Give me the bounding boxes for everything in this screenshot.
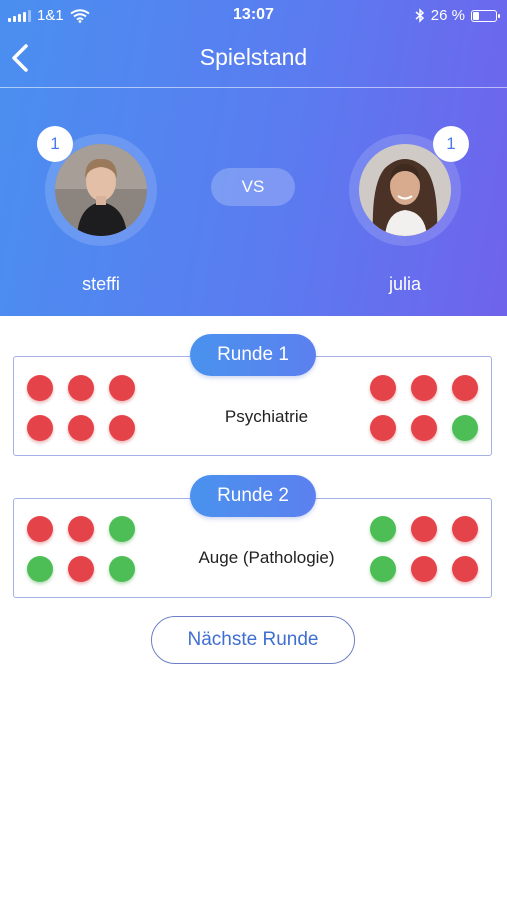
status-bar: 1&1 13:07 26 %	[0, 0, 507, 30]
battery-icon	[471, 9, 500, 22]
player-left-name: steffi	[82, 274, 120, 294]
wrong-answer-dot	[68, 375, 94, 401]
wrong-answer-dot	[68, 556, 94, 582]
header-divider	[0, 87, 507, 88]
page-title: Spielstand	[199, 44, 308, 70]
wrong-answer-dot	[411, 375, 437, 401]
header: 1&1 13:07 26 % Spielstand 1 steffi VS 1 …	[0, 0, 507, 316]
wrong-answer-dot	[68, 415, 94, 441]
wrong-answer-dot	[27, 516, 53, 542]
wrong-answer-dot	[411, 556, 437, 582]
wrong-answer-dot	[109, 375, 135, 401]
player-right-avatar[interactable]	[359, 144, 451, 236]
nav-bar: Spielstand	[0, 30, 507, 86]
correct-answer-dot	[452, 415, 478, 441]
correct-answer-dot	[370, 556, 396, 582]
round-1-left-results	[27, 375, 135, 441]
wrong-answer-dot	[109, 415, 135, 441]
correct-answer-dot	[27, 556, 53, 582]
battery-percent: 26 %	[430, 7, 465, 24]
wrong-answer-dot	[68, 516, 94, 542]
correct-answer-dot	[109, 556, 135, 582]
wrong-answer-dot	[27, 375, 53, 401]
player-right-name: julia	[388, 274, 422, 294]
round-1-label: Runde 1	[190, 334, 316, 376]
round-1-right-results	[370, 375, 478, 441]
wrong-answer-dot	[370, 375, 396, 401]
player-right-score: 1	[433, 126, 469, 162]
correct-answer-dot	[370, 516, 396, 542]
wrong-answer-dot	[411, 516, 437, 542]
player-left-score: 1	[37, 126, 73, 162]
bluetooth-icon	[415, 8, 424, 23]
wrong-answer-dot	[370, 415, 396, 441]
round-2-right-results	[370, 516, 478, 582]
wrong-answer-dot	[452, 516, 478, 542]
round-2-left-results	[27, 516, 135, 582]
wrong-answer-dot	[411, 415, 437, 441]
vs-badge: VS	[211, 168, 295, 206]
wrong-answer-dot	[452, 375, 478, 401]
round-2-label: Runde 2	[190, 475, 316, 517]
status-right: 26 %	[415, 7, 500, 24]
next-round-button[interactable]: Nächste Runde	[151, 616, 355, 664]
wrong-answer-dot	[452, 556, 478, 582]
player-left-avatar[interactable]	[55, 144, 147, 236]
wrong-answer-dot	[27, 415, 53, 441]
round-2-category: Auge (Pathologie)	[198, 548, 335, 567]
round-1-category: Psychiatrie	[224, 407, 309, 426]
correct-answer-dot	[109, 516, 135, 542]
